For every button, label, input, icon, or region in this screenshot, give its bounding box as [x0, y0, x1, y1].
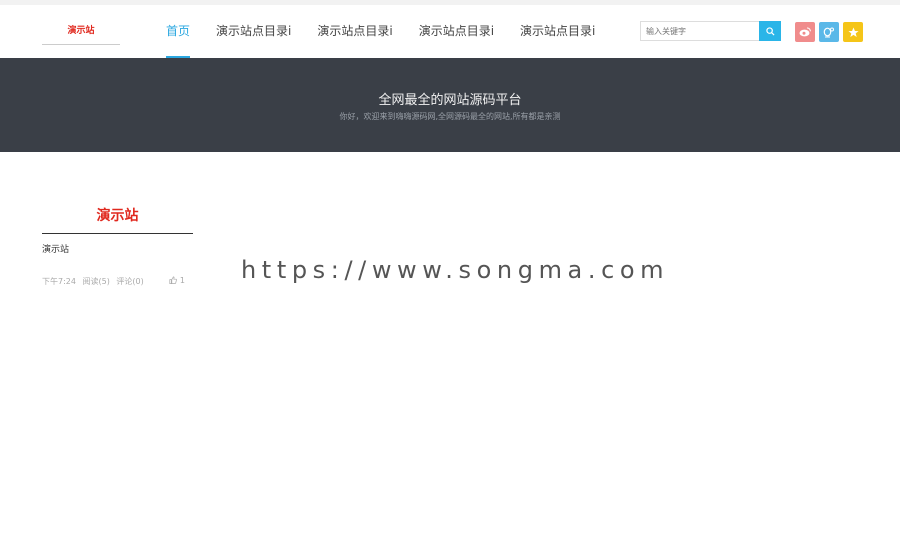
post-title[interactable]: 演示站 — [42, 242, 193, 255]
search-icon — [765, 26, 775, 36]
nav-item-category-4[interactable]: 演示站点目录i — [520, 5, 595, 58]
watermark-url: https://www.songma.com — [241, 256, 670, 284]
qq-icon — [823, 27, 834, 37]
post-card[interactable]: 演示站 演示站 下午7:24 阅读(5) 评论(0) 1 — [42, 205, 193, 288]
nav-item-category-1[interactable]: 演示站点目录i — [216, 5, 291, 58]
logo-text: 演示站 — [67, 26, 95, 36]
search-input[interactable] — [640, 21, 759, 41]
hero-banner: 全网最全的网站源码平台 你好，欢迎来到嗨嗨源码网,全网源码最全的网站,所有都是亲… — [0, 58, 900, 152]
weibo-button[interactable] — [795, 22, 815, 42]
banner-title: 全网最全的网站源码平台 — [378, 93, 522, 108]
nav-item-category-2[interactable]: 演示站点目录i — [317, 5, 392, 58]
post-thumbnail[interactable]: 演示站 — [42, 205, 193, 234]
nav-item-category-3[interactable]: 演示站点目录i — [419, 5, 494, 58]
like-count: 1 — [179, 276, 185, 285]
favorite-button[interactable] — [843, 22, 863, 42]
search-box — [640, 21, 781, 41]
main-nav: 首页 演示站点目录i 演示站点目录i 演示站点目录i 演示站点目录i — [160, 5, 621, 58]
like-button[interactable]: 1 — [169, 276, 189, 285]
post-time: 下午7:24 — [42, 277, 76, 286]
star-icon — [847, 27, 859, 37]
site-header: 演示站 首页 演示站点目录i 演示站点目录i 演示站点目录i 演示站点目录i — [0, 5, 900, 58]
post-comments[interactable]: 评论(0) — [116, 277, 143, 286]
nav-item-home[interactable]: 首页 — [166, 5, 191, 58]
thumbs-up-icon — [169, 276, 178, 284]
post-views: 阅读(5) — [82, 277, 110, 286]
weibo-icon — [799, 27, 811, 37]
post-thumbnail-text: 演示站 — [96, 208, 139, 224]
qq-button[interactable] — [819, 22, 839, 42]
search-button[interactable] — [759, 21, 781, 41]
site-logo[interactable]: 演示站 — [42, 21, 120, 45]
banner-subtitle: 你好，欢迎来到嗨嗨源码网,全网源码最全的网站,所有都是亲测 — [339, 112, 561, 121]
post-meta: 下午7:24 阅读(5) 评论(0) 1 — [42, 276, 193, 288]
